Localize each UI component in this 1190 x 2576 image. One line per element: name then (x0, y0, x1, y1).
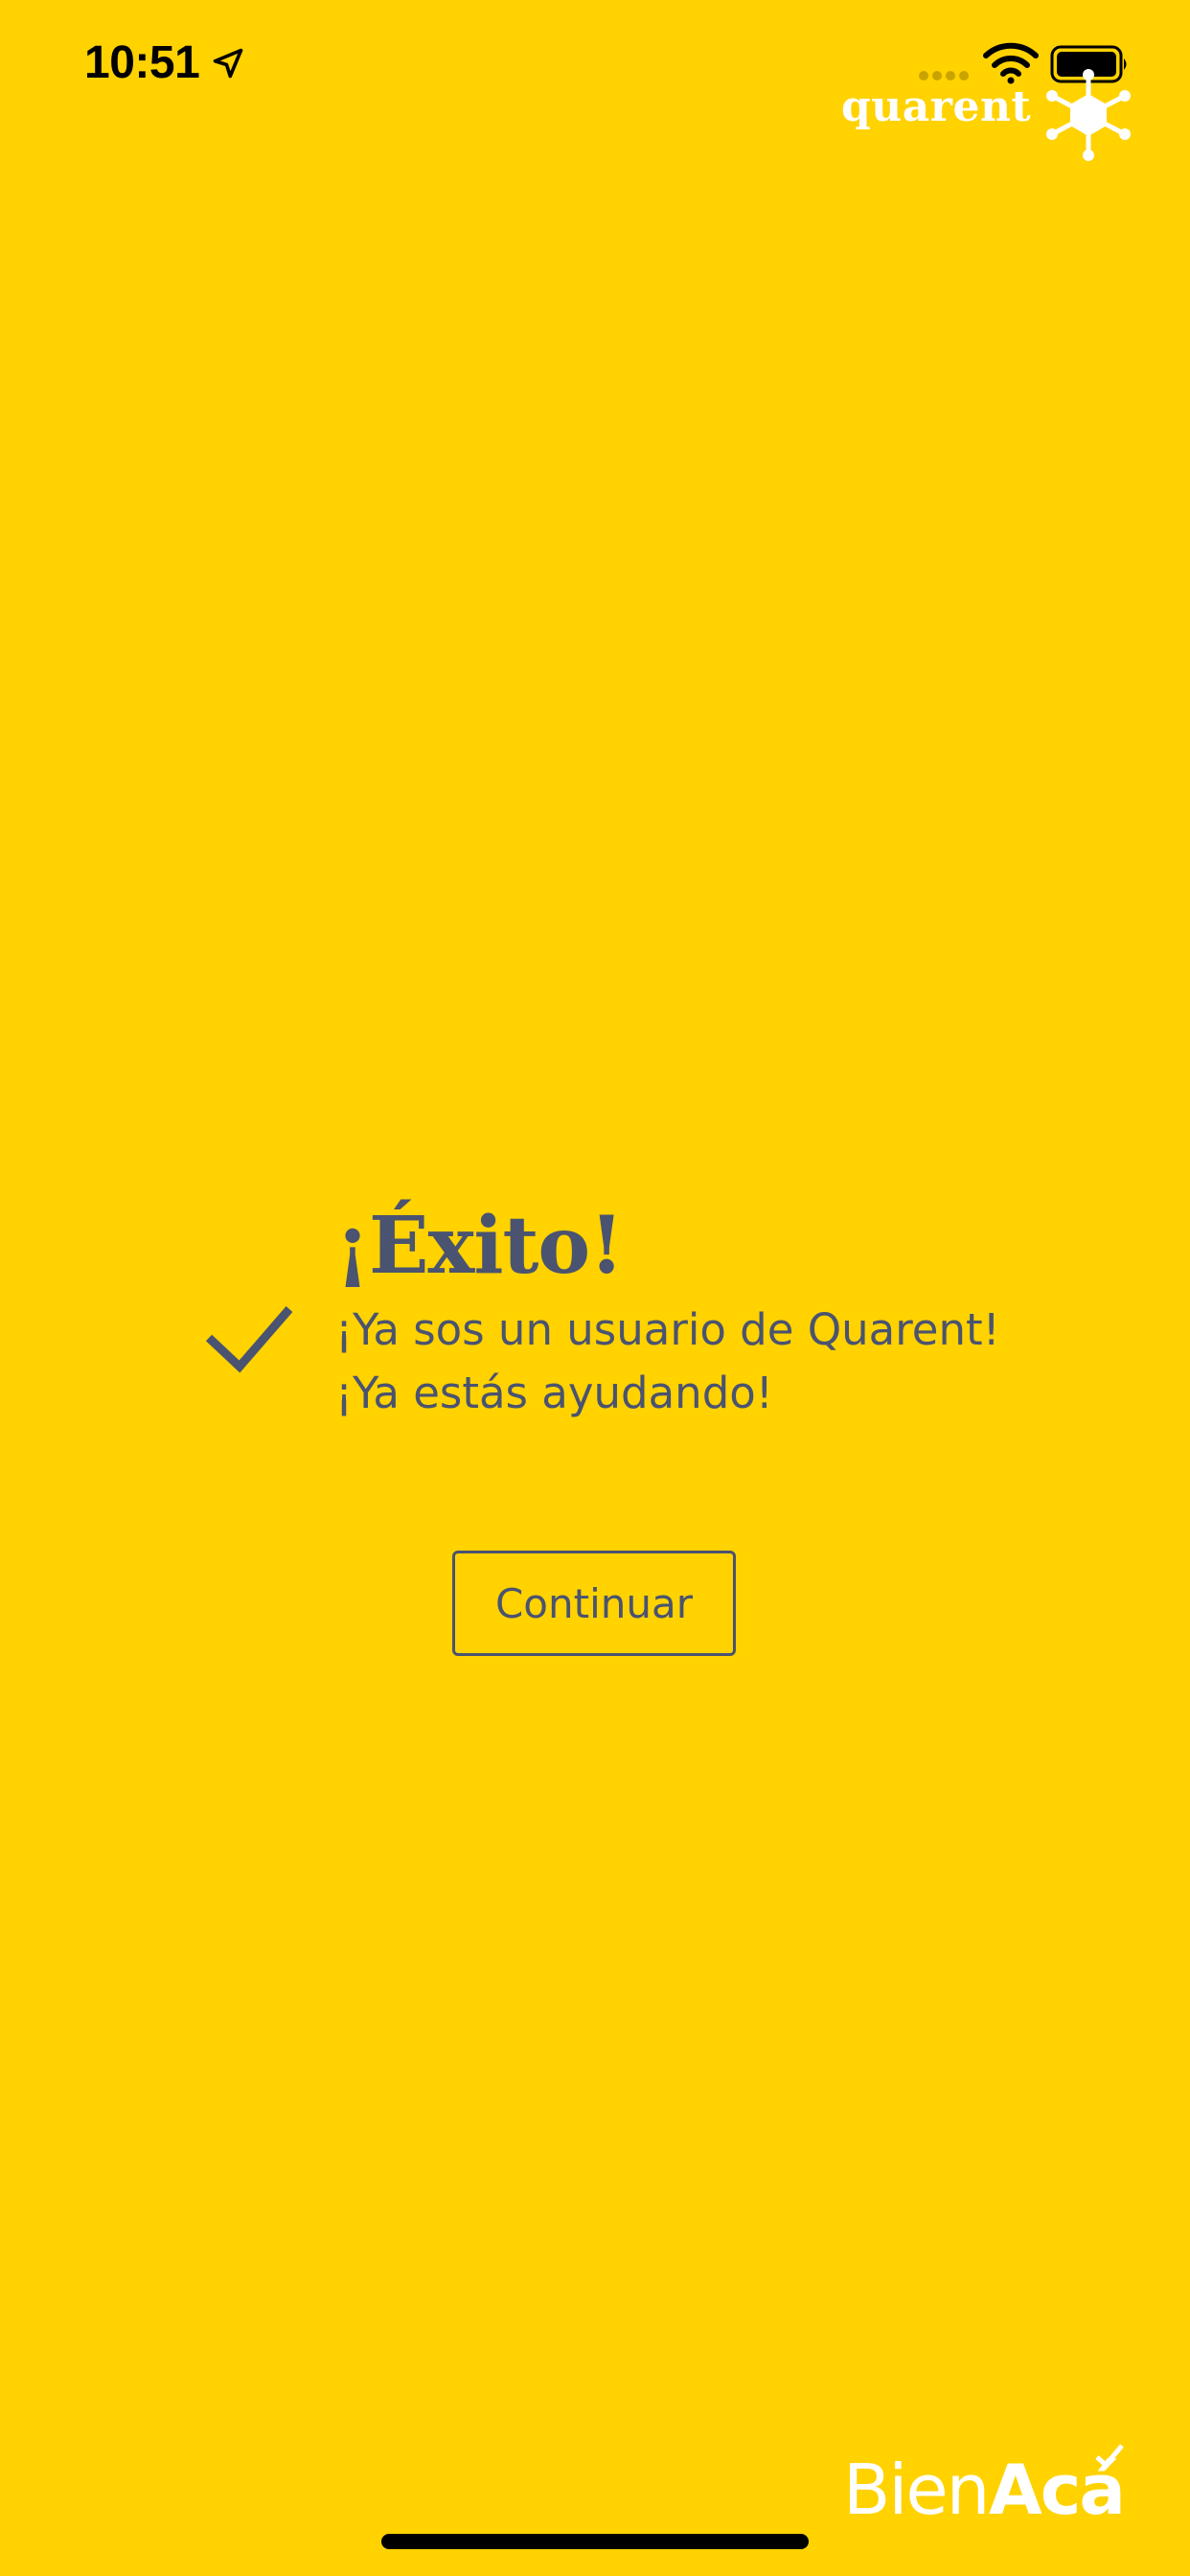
network-hub-icon (1046, 69, 1131, 161)
footer-logo: Bien Acá (841, 2442, 1138, 2528)
success-subtitle-line-1: ¡Ya sos un usuario de Quarent! (335, 1304, 1000, 1355)
logo-checkmark-icon (1095, 2444, 1124, 2469)
brand-name: quarent (841, 82, 1032, 131)
checkmark-icon (205, 1306, 293, 1373)
home-indicator[interactable] (381, 2534, 809, 2549)
footer-logo-light-text: Bien (843, 2450, 990, 2530)
brand-logo: quarent (841, 67, 1138, 163)
success-message: ¡Éxito! ¡Ya sos un usuario de Quarent! ¡… (203, 1198, 1065, 1438)
location-arrow-icon (213, 48, 243, 79)
success-title: ¡Éxito! (335, 1200, 624, 1292)
status-time: 10:51 (84, 37, 200, 88)
success-subtitle-line-2: ¡Ya estás ayudando! (335, 1368, 773, 1418)
continue-button[interactable]: Continuar (452, 1551, 736, 1656)
